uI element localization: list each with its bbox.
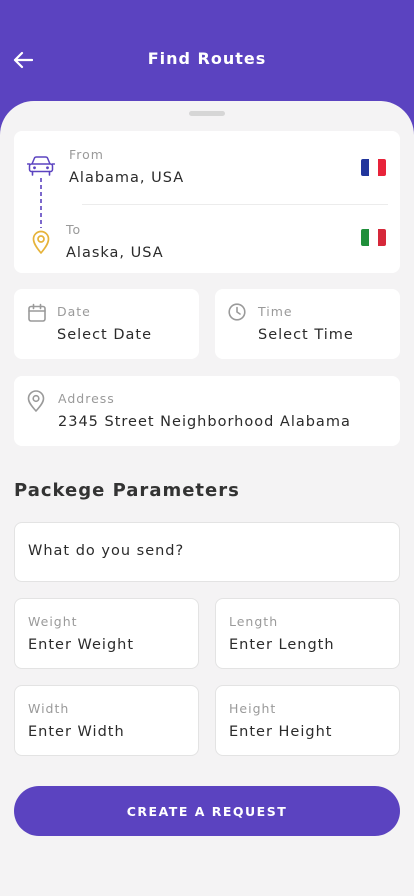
- weight-value: Enter Weight: [28, 637, 135, 653]
- location-pin-icon: [32, 230, 50, 254]
- send-placeholder: What do you send?: [28, 543, 185, 559]
- create-request-button[interactable]: CREATE A REQUEST: [14, 786, 400, 836]
- route-card: From Alabama, USA To Alaska, USA: [14, 131, 400, 273]
- screen: Find Routes From Alabama, USA To Alaska,…: [0, 0, 414, 896]
- date-value: Select Date: [57, 327, 152, 343]
- location-pin-icon: [27, 390, 45, 412]
- length-input[interactable]: Length Enter Length: [215, 598, 400, 669]
- width-value: Enter Width: [28, 724, 125, 740]
- time-label: Time: [258, 304, 293, 319]
- length-value: Enter Length: [229, 637, 335, 653]
- date-field[interactable]: Date Select Date: [14, 289, 199, 359]
- width-label: Width: [28, 701, 70, 716]
- time-field[interactable]: Time Select Time: [215, 289, 400, 359]
- weight-input[interactable]: Weight Enter Weight: [14, 598, 199, 669]
- address-field[interactable]: Address 2345 Street Neighborhood Alabama: [14, 376, 400, 446]
- date-label: Date: [57, 304, 91, 319]
- address-value: 2345 Street Neighborhood Alabama: [58, 414, 351, 430]
- send-input[interactable]: What do you send?: [14, 522, 400, 582]
- route-dashed-line: [40, 178, 42, 228]
- from-value[interactable]: Alabama, USA: [69, 170, 184, 186]
- time-value: Select Time: [258, 327, 354, 343]
- width-input[interactable]: Width Enter Width: [14, 685, 199, 756]
- to-label: To: [66, 222, 82, 237]
- sheet-handle[interactable]: [189, 111, 225, 116]
- calendar-icon: [28, 303, 46, 322]
- weight-label: Weight: [28, 614, 78, 629]
- to-value[interactable]: Alaska, USA: [66, 245, 164, 261]
- from-label: From: [69, 147, 104, 162]
- page-title: Find Routes: [147, 49, 267, 68]
- italy-flag-icon: [361, 229, 386, 246]
- address-label: Address: [58, 391, 115, 406]
- height-value: Enter Height: [229, 724, 333, 740]
- section-title: Packege Parameters: [14, 480, 240, 501]
- height-label: Height: [229, 701, 277, 716]
- length-label: Length: [229, 614, 279, 629]
- route-divider: [82, 204, 388, 205]
- clock-icon: [228, 303, 246, 321]
- car-icon: [27, 156, 55, 176]
- france-flag-icon: [361, 159, 386, 176]
- height-input[interactable]: Height Enter Height: [215, 685, 400, 756]
- bottom-sheet: From Alabama, USA To Alaska, USA Date Se…: [0, 101, 414, 896]
